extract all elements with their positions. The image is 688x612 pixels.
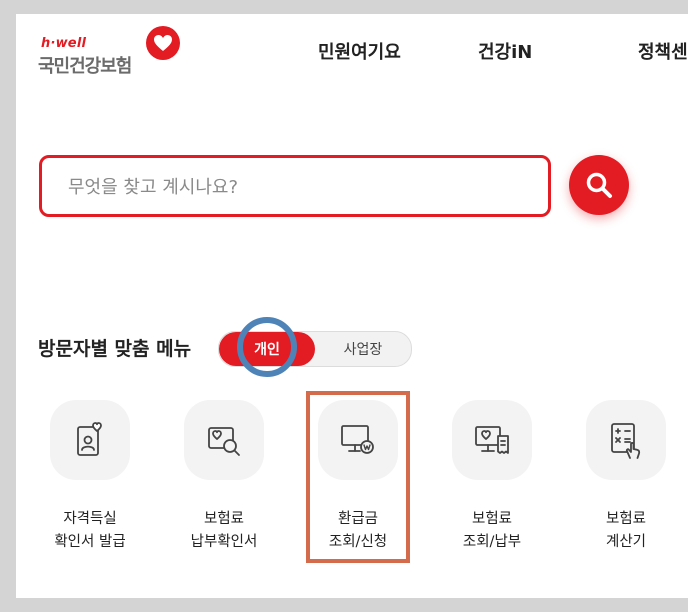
menu-item-label: 보험료 납부확인서	[190, 511, 258, 550]
payment-search-icon	[184, 400, 264, 480]
menu-item-payment-confirmation[interactable]: 보험료 납부확인서	[164, 400, 284, 550]
menu-item-label: 자격득실 확인서 발급	[54, 511, 126, 550]
nav-health-in[interactable]: 건강iN	[478, 38, 532, 64]
menu-item-premium-calculator[interactable]: 보험료 계산기	[566, 400, 686, 550]
menu-item-refund[interactable]: 환급금 조회/신청	[298, 400, 418, 550]
visitor-menu-title: 방문자별 맞춤 메뉴	[38, 338, 192, 360]
calculator-icon	[586, 400, 666, 480]
toggle-individual[interactable]: 개인	[219, 332, 315, 366]
certificate-heart-icon	[50, 400, 130, 480]
payment-receipt-icon	[452, 400, 532, 480]
visitor-type-toggle: 개인 사업장	[218, 331, 412, 367]
menu-item-label: 보험료 조회/납부	[462, 511, 522, 550]
menu-item-qualification-certificate[interactable]: 자격득실 확인서 발급	[30, 400, 150, 550]
nav-policy-center[interactable]: 정책센	[638, 38, 688, 64]
page: h·well 국민건강보험 민원여기요 건강iN 정책센 방문자별 맞춤 메뉴 …	[16, 14, 688, 598]
refund-monitor-icon	[318, 400, 398, 480]
toggle-business[interactable]: 사업장	[315, 332, 411, 366]
heart-logo-icon	[146, 26, 180, 60]
search-input[interactable]	[66, 158, 530, 216]
nav-civil-service[interactable]: 민원여기요	[318, 38, 401, 64]
logo-title: 국민건강보험	[38, 56, 132, 77]
search-box	[39, 155, 551, 217]
menu-item-label: 환급금 조회/신청	[328, 511, 388, 550]
search-button[interactable]	[569, 155, 629, 215]
menu-item-payment-inquiry[interactable]: 보험료 조회/납부	[432, 400, 552, 550]
nhis-logo[interactable]: h·well 국민건강보험	[38, 22, 188, 78]
logo-subtitle: h·well	[41, 36, 87, 51]
menu-item-label: 보험료 계산기	[605, 511, 647, 550]
